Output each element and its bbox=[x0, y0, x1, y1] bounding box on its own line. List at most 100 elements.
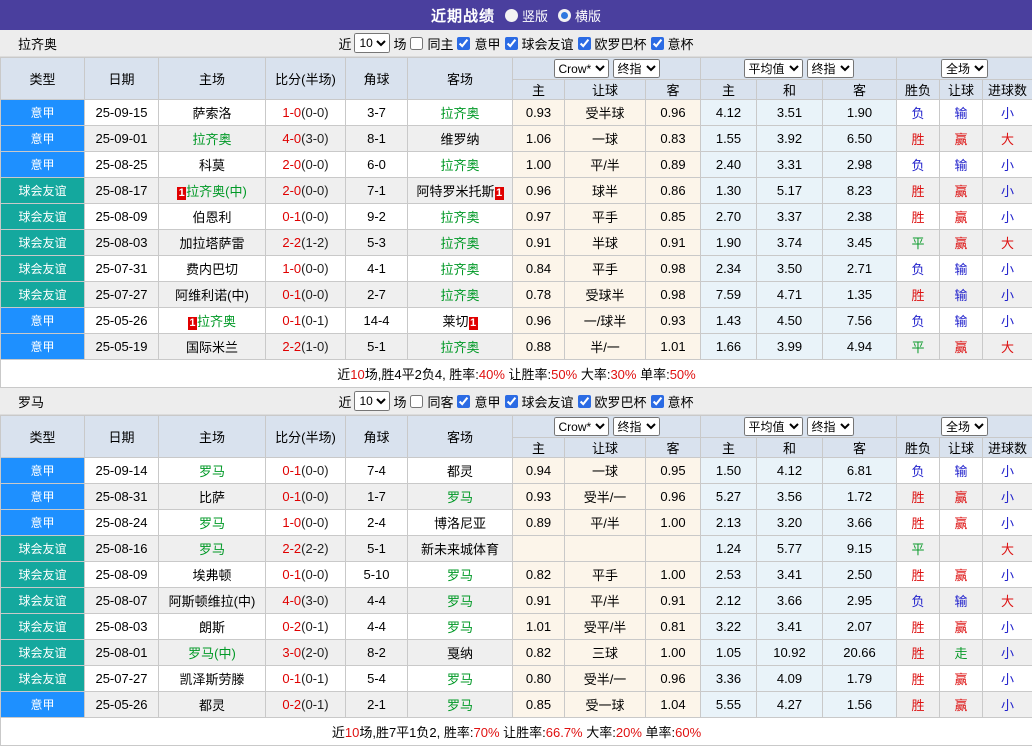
provider-odds-cell: 平手 bbox=[565, 204, 646, 230]
radio-horizontal-icon[interactable] bbox=[558, 9, 571, 22]
home-team-name: 阿维利诺(中) bbox=[175, 288, 249, 303]
match-count-select[interactable]: 10 bbox=[354, 33, 390, 53]
provider-odds-cell: 0.82 bbox=[513, 562, 565, 588]
radio-horizontal[interactable]: 横版 bbox=[558, 6, 601, 25]
winloss-result-cell: 平 bbox=[897, 334, 940, 360]
winloss-result-cell: 胜 bbox=[897, 640, 940, 666]
scope-select[interactable]: 全场 bbox=[941, 59, 988, 78]
halftime-score: (0-0) bbox=[301, 209, 328, 224]
average-odds-cell: 4.12 bbox=[757, 458, 823, 484]
home-team-name: 朗斯 bbox=[199, 620, 225, 635]
winloss-result-cell: 胜 bbox=[897, 126, 940, 152]
same-venue-checkbox[interactable] bbox=[410, 37, 423, 50]
column-header: 日期 bbox=[85, 58, 159, 100]
handicap-result-cell: 输 bbox=[940, 282, 983, 308]
average-odds-cell: 8.23 bbox=[823, 178, 897, 204]
league-label: 球会友谊 bbox=[522, 392, 574, 411]
provider-odds-cell: 0.82 bbox=[513, 640, 565, 666]
red-card-badge: 1 bbox=[188, 317, 197, 330]
average-odds-cell: 4.12 bbox=[701, 100, 757, 126]
goals-result-cell: 小 bbox=[983, 614, 1032, 640]
date-cell: 25-07-27 bbox=[85, 282, 159, 308]
league-checkbox[interactable] bbox=[505, 395, 518, 408]
average-odds-cell: 5.17 bbox=[757, 178, 823, 204]
date-cell: 25-09-14 bbox=[85, 458, 159, 484]
match-row: 球会友谊25-08-16罗马2-2(2-2)5-1新未来城体育1.245.779… bbox=[1, 536, 1032, 562]
title-bar: 近期战绩 竖版 横版 bbox=[0, 0, 1032, 30]
date-cell: 25-08-09 bbox=[85, 204, 159, 230]
average-odds-cell: 3.66 bbox=[823, 510, 897, 536]
away-team-cell: 罗马 bbox=[408, 614, 513, 640]
radio-vertical-label: 竖版 bbox=[522, 6, 548, 25]
red-card-badge: 1 bbox=[495, 187, 504, 200]
average-odds-cell: 5.27 bbox=[701, 484, 757, 510]
filter-controls: 近10场同客意甲球会友谊欧罗巴杯意杯 bbox=[338, 391, 693, 411]
corner-cell: 2-1 bbox=[346, 692, 408, 718]
final-index-select[interactable]: 终指 bbox=[613, 59, 660, 78]
handicap-result-cell: 走 bbox=[940, 640, 983, 666]
league-checkbox[interactable] bbox=[457, 395, 470, 408]
corner-cell: 5-3 bbox=[346, 230, 408, 256]
fulltime-score: 0-1 bbox=[282, 287, 301, 302]
date-cell: 25-05-19 bbox=[85, 334, 159, 360]
column-header: 比分(半场) bbox=[266, 58, 346, 100]
radio-vertical[interactable]: 竖版 bbox=[505, 6, 548, 25]
provider-odds-cell: 受半/一 bbox=[565, 666, 646, 692]
sub-column-header: 让球 bbox=[940, 80, 983, 100]
average-odds-group: 平均值终指 bbox=[701, 416, 897, 438]
match-count-select[interactable]: 10 bbox=[354, 391, 390, 411]
away-team-cell: 罗马 bbox=[408, 484, 513, 510]
goals-result-cell: 大 bbox=[983, 536, 1032, 562]
halftime-score: (0-1) bbox=[301, 619, 328, 634]
average-odds-cell: 3.22 bbox=[701, 614, 757, 640]
summary-row: 近10场,胜4平2负4, 胜率:40% 让胜率:50% 大率:30% 单率:50… bbox=[1, 360, 1032, 388]
final-index-select[interactable]: 终指 bbox=[807, 59, 854, 78]
date-cell: 25-08-25 bbox=[85, 152, 159, 178]
match-row: 球会友谊25-08-03加拉塔萨雷2-2(1-2)5-3拉齐奥0.91半球0.9… bbox=[1, 230, 1032, 256]
odds-provider-select[interactable]: Crow* bbox=[554, 417, 609, 436]
average-odds-cell: 9.15 bbox=[823, 536, 897, 562]
handicap-result-cell: 输 bbox=[940, 256, 983, 282]
same-venue-label: 同主 bbox=[427, 34, 453, 53]
average-odds-cell: 5.55 bbox=[701, 692, 757, 718]
average-odds-cell: 3.51 bbox=[757, 100, 823, 126]
column-header: 类型 bbox=[1, 58, 85, 100]
average-select[interactable]: 平均值 bbox=[744, 417, 803, 436]
same-venue-label: 同客 bbox=[427, 392, 453, 411]
average-odds-cell: 3.45 bbox=[823, 230, 897, 256]
league-checkbox[interactable] bbox=[578, 37, 591, 50]
odds-provider-select[interactable]: Crow* bbox=[554, 59, 609, 78]
same-venue-checkbox[interactable] bbox=[410, 395, 423, 408]
away-team-name: 拉齐奥 bbox=[440, 340, 479, 355]
radio-vertical-icon[interactable] bbox=[505, 9, 518, 22]
scope-select[interactable]: 全场 bbox=[941, 417, 988, 436]
away-team-cell: 都灵 bbox=[408, 458, 513, 484]
final-index-select[interactable]: 终指 bbox=[613, 417, 660, 436]
winloss-result-cell: 平 bbox=[897, 230, 940, 256]
league-checkbox[interactable] bbox=[651, 37, 664, 50]
score-cell: 0-1(0-1) bbox=[266, 666, 346, 692]
league-label: 欧罗巴杯 bbox=[595, 392, 647, 411]
handicap-result-cell: 赢 bbox=[940, 614, 983, 640]
provider-odds-cell: 0.91 bbox=[513, 230, 565, 256]
league-checkbox[interactable] bbox=[505, 37, 518, 50]
red-card-badge: 1 bbox=[469, 317, 478, 330]
final-index-select[interactable]: 终指 bbox=[807, 417, 854, 436]
handicap-result-cell: 输 bbox=[940, 588, 983, 614]
home-team-name: 罗马 bbox=[199, 542, 225, 557]
league-checkbox[interactable] bbox=[651, 395, 664, 408]
league-checkbox[interactable] bbox=[578, 395, 591, 408]
average-odds-cell: 4.27 bbox=[757, 692, 823, 718]
average-odds-cell: 2.71 bbox=[823, 256, 897, 282]
home-team-name: 埃弗顿 bbox=[192, 568, 231, 583]
sub-column-header: 客 bbox=[823, 438, 897, 458]
winloss-result-cell: 胜 bbox=[897, 282, 940, 308]
average-select[interactable]: 平均值 bbox=[744, 59, 803, 78]
winloss-result-cell: 负 bbox=[897, 256, 940, 282]
sub-column-header: 客 bbox=[823, 80, 897, 100]
average-odds-cell: 3.41 bbox=[757, 562, 823, 588]
match-row: 球会友谊25-08-01罗马(中)3-0(2-0)8-2戛纳0.82三球1.00… bbox=[1, 640, 1032, 666]
league-checkbox[interactable] bbox=[457, 37, 470, 50]
away-team-name: 罗马 bbox=[447, 672, 473, 687]
corner-cell: 4-1 bbox=[346, 256, 408, 282]
